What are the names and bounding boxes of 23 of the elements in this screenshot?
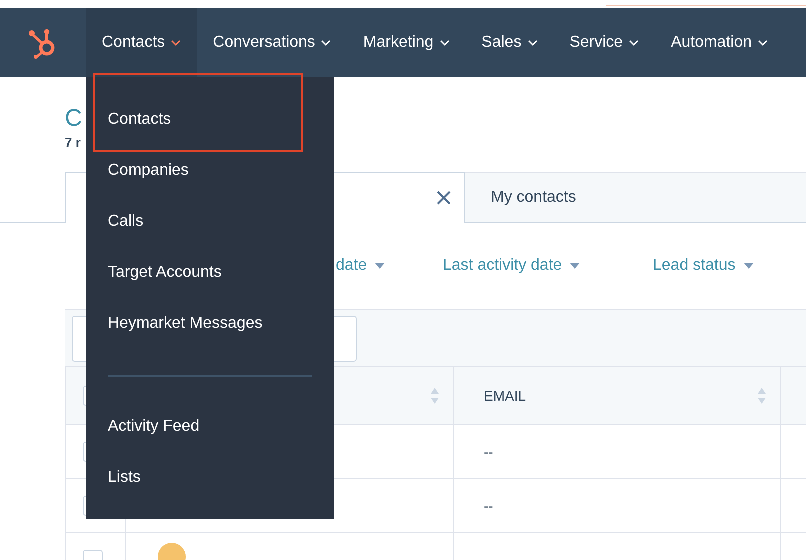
- menu-item[interactable]: Companies: [86, 145, 334, 196]
- filter-dropdown[interactable]: Lead status: [653, 257, 754, 275]
- table-cell: --: [484, 498, 494, 514]
- menu-item[interactable]: Target Accounts: [86, 247, 334, 298]
- view-tab[interactable]: My contacts: [465, 172, 806, 223]
- nav-menu-item[interactable]: Conversations: [197, 8, 348, 77]
- menu-item[interactable]: Lists: [86, 452, 334, 503]
- record-count: 7 r: [65, 135, 81, 150]
- page-title: C: [65, 105, 82, 133]
- nav-menu-item[interactable]: Automation: [655, 8, 784, 77]
- filter-dropdown[interactable]: Last activity date: [443, 257, 580, 275]
- filter-dropdown[interactable]: date: [336, 257, 386, 275]
- tab-label: My contacts: [491, 188, 576, 206]
- nav-menu-item[interactable]: Contacts: [86, 8, 198, 77]
- table-cell: --: [484, 444, 494, 460]
- menu-item[interactable]: Calls: [86, 196, 334, 247]
- column-label: EMAIL: [484, 388, 526, 404]
- menu-item[interactable]: Heymarket Messages: [86, 298, 334, 349]
- nav-menu-item[interactable]: Service: [554, 8, 656, 77]
- nav-menu-item[interactable]: Marketing: [347, 8, 466, 77]
- menu-item[interactable]: Activity Feed: [86, 401, 334, 452]
- nav-menu-item[interactable]: Sales: [466, 8, 554, 77]
- menu-item[interactable]: Contacts: [86, 94, 334, 145]
